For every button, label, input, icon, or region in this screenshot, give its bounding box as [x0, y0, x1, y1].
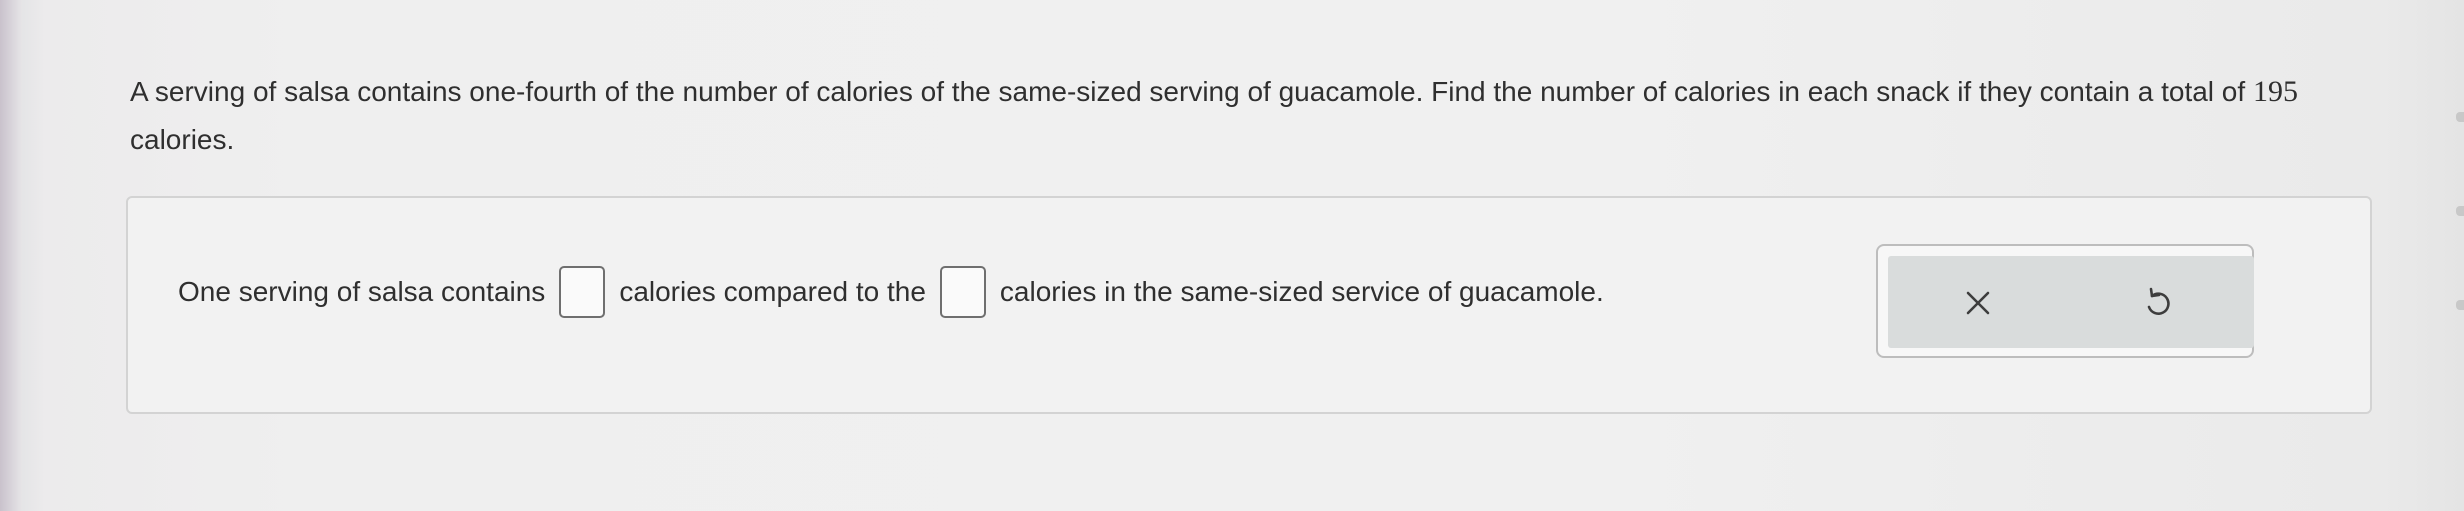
- guacamole-calories-input[interactable]: [939, 266, 986, 318]
- question-text: A serving of salsa contains one-fourth o…: [130, 68, 2390, 164]
- total-calories-value: 195: [2252, 75, 2298, 108]
- answer-text-part2: calories compared to the: [619, 276, 926, 307]
- right-edge-mark: [2456, 300, 2464, 310]
- answer-text-part3: calories in the same-sized service of gu…: [999, 276, 1604, 307]
- answer-text-part1: One serving of salsa contains: [178, 276, 546, 307]
- right-edge-mark: [2456, 206, 2464, 216]
- close-icon: [1966, 291, 1990, 315]
- answer-sentence: One serving of salsa contains calories c…: [178, 266, 1604, 318]
- question-body: A serving of salsa contains one-fourth o…: [130, 76, 2246, 107]
- right-edge-mark: [2456, 112, 2464, 122]
- left-edge-strip: [0, 0, 22, 511]
- answer-tools-panel: [1888, 256, 2254, 348]
- salsa-calories-input[interactable]: [559, 266, 606, 318]
- clear-answer-button[interactable]: [1953, 278, 2003, 328]
- undo-icon: [2147, 287, 2170, 315]
- undo-button[interactable]: [2133, 278, 2183, 328]
- question-end: calories.: [130, 124, 235, 155]
